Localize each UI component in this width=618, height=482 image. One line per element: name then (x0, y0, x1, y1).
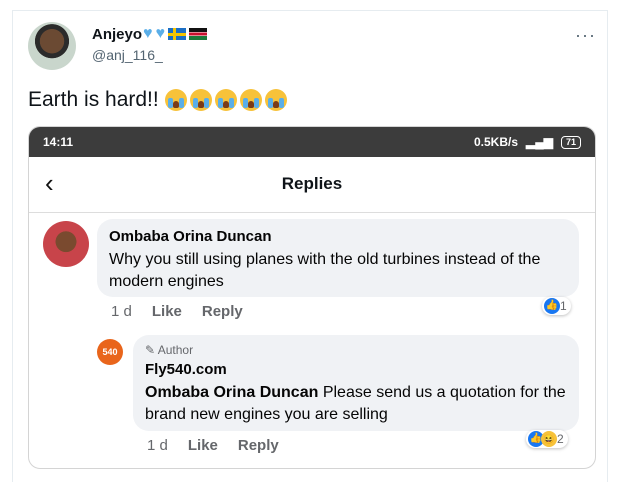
sweden-flag-icon (168, 28, 186, 40)
tweet-text: Earth is hard!! (28, 88, 287, 112)
crying-face-icon (264, 89, 287, 111)
kenya-flag-icon (189, 28, 207, 40)
author-badge: ✎ Author (145, 343, 194, 357)
reply-reply-button[interactable]: Reply (238, 437, 279, 454)
reaction-count: 2 (557, 432, 564, 446)
page-title: Replies (281, 174, 343, 193)
crying-face-icon (164, 89, 187, 111)
user-avatar[interactable] (28, 22, 76, 70)
comment-text: Why you still using planes with the old … (109, 251, 541, 290)
battery-icon: 71 (560, 135, 581, 149)
signal-icon: ▂▄▆ (526, 135, 553, 149)
reply-bubble: ✎ Author Fly540.com Ombaba Orina Duncan … (133, 335, 579, 431)
like-reaction-icon: 👍 (544, 298, 560, 314)
crying-face-icon (189, 89, 212, 111)
status-time: 14:11 (43, 135, 74, 149)
blue-heart-icon: ♥ (143, 25, 153, 42)
name-badges: ♥ ♥ (143, 26, 207, 42)
comment-bubble: Ombaba Orina Duncan Why you still using … (97, 219, 579, 297)
blue-heart-icon: ♥ (155, 25, 166, 42)
comment-reply-button[interactable]: Reply (202, 303, 243, 320)
comment-reactions[interactable]: 👍 1 (542, 297, 571, 315)
user-handle[interactable]: @anj_116_ (92, 47, 163, 63)
reply-mention[interactable]: Ombaba Orina Duncan (145, 384, 318, 401)
reply-actions: 1 d Like Reply (147, 437, 279, 454)
author-badge-label: Author (157, 343, 194, 357)
status-indicators: 0.5KB/s ▂▄▆ 71 (474, 135, 581, 149)
replies-header: ‹ Replies (29, 157, 595, 213)
haha-reaction-icon: 😆 (541, 431, 557, 447)
comment-author[interactable]: Ombaba Orina Duncan (109, 228, 272, 245)
reply-reactions[interactable]: 👍 😆 2 (526, 430, 568, 448)
comment-actions: 1 d Like Reply (111, 303, 243, 320)
phone-status-bar: 14:11 0.5KB/s ▂▄▆ 71 (29, 127, 595, 157)
reaction-count: 1 (560, 299, 567, 313)
network-speed: 0.5KB/s (473, 135, 519, 149)
comment-time: 1 d (111, 303, 132, 320)
crying-face-icon (239, 89, 262, 111)
reply-like-button[interactable]: Like (188, 437, 218, 454)
crying-emoji-row (164, 89, 287, 111)
more-options-icon[interactable]: ··· (575, 25, 596, 46)
reply-text: Ombaba Orina Duncan Please send us a quo… (145, 382, 571, 426)
commenter-avatar[interactable] (43, 221, 89, 267)
comment-like-button[interactable]: Like (152, 303, 182, 320)
crying-face-icon (214, 89, 237, 111)
reply-time: 1 d (147, 437, 168, 454)
attached-screenshot[interactable]: 14:11 0.5KB/s ▂▄▆ 71 ‹ Replies Ombaba Or… (28, 126, 596, 469)
display-name[interactable]: Anjeyo (92, 26, 142, 43)
tweet-body: Earth is hard!! (28, 88, 159, 111)
fly540-avatar[interactable]: 540 (97, 339, 123, 365)
reply-author[interactable]: Fly540.com (145, 361, 227, 378)
